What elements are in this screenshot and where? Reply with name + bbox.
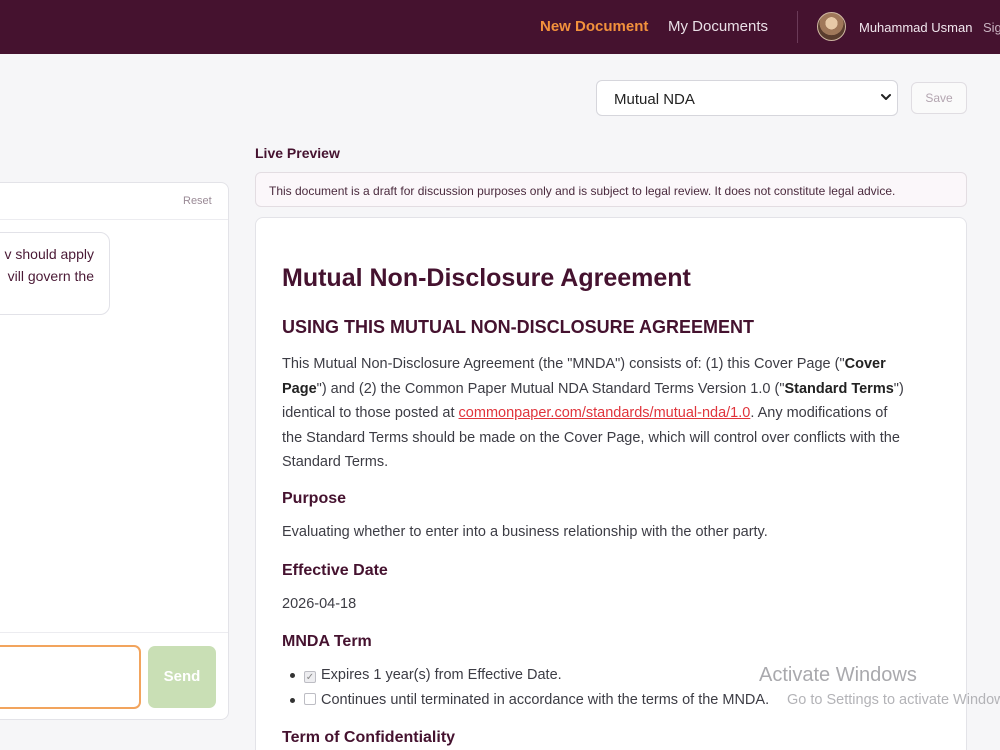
chat-message-line: v should apply: [4, 246, 94, 262]
chat-message-line: vill govern the: [7, 268, 94, 284]
chat-footer-divider: [0, 632, 228, 633]
term-of-confidentiality-heading: Term of Confidentiality: [282, 729, 456, 746]
intro-text: "): [893, 380, 904, 397]
checkbox-checked[interactable]: ✓: [304, 671, 316, 683]
avatar[interactable]: [817, 12, 846, 41]
mnda-term-option: ✓ Expires 1 year(s) from Effective Date.: [290, 667, 562, 683]
chat-message-input[interactable]: [0, 645, 141, 709]
intro-bold-cover: Cover: [844, 356, 886, 372]
intro-text: This Mutual Non-Disclosure Agreement (th…: [282, 356, 845, 372]
mnda-term-option: Continues until terminated in accordance…: [290, 692, 769, 708]
document-type-select[interactable]: Mutual NDA: [596, 80, 898, 116]
intro-bold-page: Page: [282, 380, 317, 397]
document-subtitle: USING THIS MUTUAL NON-DISCLOSURE AGREEME…: [282, 317, 755, 337]
intro-text: . Any modifications of: [750, 405, 888, 421]
intro-text: identical to those posted at: [282, 405, 459, 421]
effective-date-heading: Effective Date: [282, 562, 388, 579]
document-type-value: Mutual NDA: [614, 91, 695, 108]
intro-bold-standard-terms: Standard Terms: [784, 380, 894, 397]
intro-text: the Standard Terms should be made on the…: [282, 429, 900, 446]
sign-out-link[interactable]: Sig: [983, 20, 1000, 35]
nav-new-document[interactable]: New Document: [540, 18, 648, 35]
mnda-term-option-label: Continues until terminated in accordance…: [321, 692, 770, 708]
draft-disclaimer-banner: This document is a draft for discussion …: [255, 172, 967, 207]
chat-header-divider: [0, 219, 228, 220]
save-button[interactable]: Save: [911, 82, 967, 114]
send-button[interactable]: Send: [148, 646, 216, 708]
user-name: Muhammad Usman: [859, 20, 973, 35]
chat-message-bubble: v should apply vill govern the: [0, 232, 110, 315]
live-preview-heading: Live Preview: [255, 145, 340, 161]
chat-panel: Reset v should apply vill govern the Sen…: [0, 182, 229, 720]
mnda-term-heading: MNDA Term: [282, 633, 372, 650]
intro-paragraph: This Mutual Non-Disclosure Agreement (th…: [282, 352, 932, 475]
bullet-dot: [290, 672, 295, 678]
effective-date-value: 2026-04-18: [282, 596, 357, 612]
activate-windows-hint: Go to Settings to activate Windows.: [787, 692, 1000, 708]
purpose-heading: Purpose: [282, 490, 347, 507]
standard-terms-link[interactable]: commonpaper.com/standards/mutual-nda/1.0: [459, 405, 751, 421]
document-title: Mutual Non-Disclosure Agreement: [282, 264, 691, 292]
reset-button[interactable]: Reset: [183, 195, 212, 207]
checkbox-unchecked[interactable]: [304, 693, 316, 705]
intro-text: Standard Terms.: [282, 454, 389, 470]
bullet-dot: [290, 697, 295, 703]
top-navigation-bar: New Document My Documents Muhammad Usman…: [0, 0, 1000, 54]
chevron-down-icon: [881, 94, 891, 100]
intro-text: ") and (2) the Common Paper Mutual NDA S…: [316, 380, 785, 397]
mnda-term-option-label: Expires 1 year(s) from Effective Date.: [321, 667, 562, 683]
nav-divider: [797, 11, 798, 43]
activate-windows-watermark: Activate Windows: [759, 664, 917, 686]
nav-my-documents[interactable]: My Documents: [668, 18, 768, 35]
purpose-text: Evaluating whether to enter into a busin…: [282, 524, 768, 540]
